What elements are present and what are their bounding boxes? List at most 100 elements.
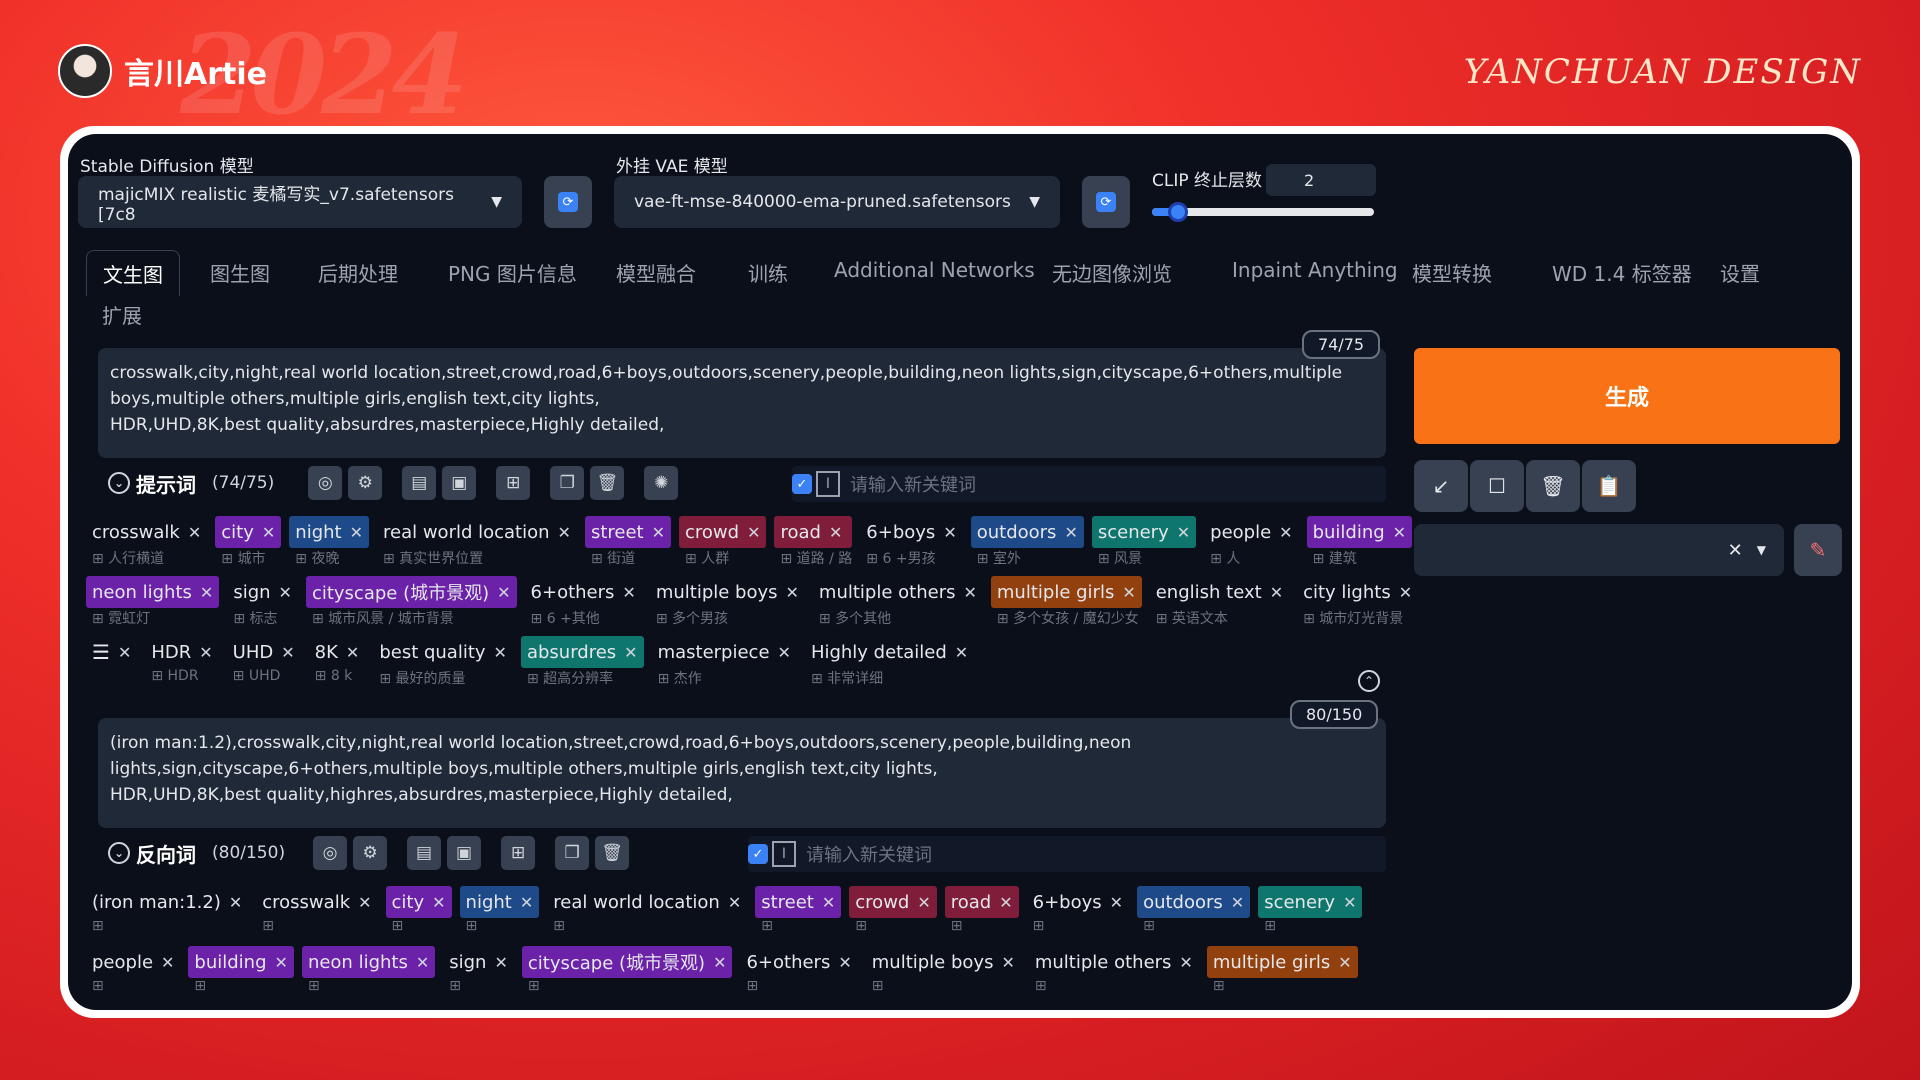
keyword-tag[interactable]: scenery ✕ ⊞ 风景 [1091,516,1197,570]
prompt-textarea[interactable]: crosswalk,city,night,real world location… [98,348,1386,458]
remove-tag-icon[interactable]: ✕ [829,523,842,542]
negative-keyword-input[interactable]: ✓ I 请输入新关键词 [748,836,1386,872]
delete-button[interactable]: 🗑 [595,836,630,870]
keyword-tag[interactable]: real world location ✕ ⊞ 真实世界位置 [377,516,577,570]
keyword-tag-chip[interactable]: city ✕ [215,516,282,548]
keyword-tag[interactable]: crowd ✕ ⊞ [849,886,937,940]
remove-tag-icon[interactable]: ✕ [728,893,741,912]
keyword-tag-chip[interactable]: neon lights ✕ [86,576,220,608]
tab-img2img[interactable]: 图生图 [210,258,270,287]
keyword-tag[interactable]: cityscape (城市景观) ✕ ⊞ 城市风景 / 城市背景 [305,576,517,630]
keyword-tag[interactable]: night ✕ ⊞ [459,886,540,940]
keyword-tag-chip[interactable]: multiple boys ✕ [650,576,805,608]
prompt-section-title[interactable]: ⌄ 提示词 (74/75) [108,469,274,498]
tab-model-converter[interactable]: 模型转换 [1412,258,1492,287]
keyword-tag-chip[interactable]: cityscape (城市景观) ✕ [305,576,517,608]
translate-doc-button[interactable]: ▤ [407,836,442,870]
remove-tag-icon[interactable]: ✕ [275,953,288,972]
keyword-tag[interactable]: sign ✕ ⊞ [443,946,514,1000]
keyword-tag[interactable]: street ✕ ⊞ 街道 [584,516,672,570]
remove-tag-icon[interactable]: ✕ [1393,523,1406,542]
remove-tag-icon[interactable]: ✕ [747,523,760,542]
keyword-tag[interactable]: people ✕ ⊞ [86,946,180,1000]
remove-tag-icon[interactable]: ✕ [652,523,665,542]
keyword-tag[interactable]: neon lights ✕ ⊞ [301,946,436,1000]
keyword-tag-chip[interactable]: Highly detailed ✕ [805,636,974,668]
remove-tag-icon[interactable]: ✕ [281,643,294,662]
keyword-tag-chip[interactable]: building ✕ [1306,516,1413,548]
tag-menu[interactable]: ☰ ✕ [86,636,137,668]
keyword-tag[interactable]: cityscape (城市景观) ✕ ⊞ [521,946,733,1000]
tab-wd14-tagger[interactable]: WD 1.4 标签器 [1552,258,1692,287]
remove-tag-icon[interactable]: ✕ [188,523,201,542]
remove-tag-icon[interactable]: ✕ [1399,583,1412,602]
keyword-tag[interactable]: multiple boys ✕ ⊞ [866,946,1021,1000]
keyword-tag[interactable]: crosswalk ✕ ⊞ [256,886,377,940]
tab-txt2img[interactable]: 文生图 [86,250,180,296]
remove-tag-icon[interactable]: ✕ [199,643,212,662]
keyword-tag-chip[interactable]: scenery ✕ [1258,886,1363,918]
remove-tag-icon[interactable]: ✕ [917,893,930,912]
remove-tag-icon[interactable]: ✕ [624,643,637,662]
translate-doc-button[interactable]: ▤ [402,466,437,500]
tab-inpaint-anything[interactable]: Inpaint Anything [1232,258,1398,282]
tab-extensions[interactable]: 扩展 [102,300,142,329]
negative-prompt-textarea[interactable]: (iron man:1.2),crosswalk,city,night,real… [98,718,1386,828]
remove-tag-icon[interactable]: ✕ [229,893,242,912]
refresh-sd-button[interactable]: ⟳ [544,176,592,228]
tab-checkpoint-merger[interactable]: 模型融合 [616,258,696,287]
keyword-tag[interactable]: real world location ✕ ⊞ [547,886,747,940]
remove-tag-icon[interactable]: ✕ [279,583,292,602]
vae-model-select[interactable]: vae-ft-mse-840000-ema-pruned.safetensors… [614,176,1060,228]
remove-tag-icon[interactable]: ✕ [161,953,174,972]
keyword-tag[interactable]: multiple boys ✕ ⊞ 多个男孩 [650,576,805,630]
keyword-tag-chip[interactable]: 8K ✕ [309,636,366,668]
remove-tag-icon[interactable]: ✕ [1179,953,1192,972]
keyword-tag[interactable]: multiple girls ✕ ⊞ [1206,946,1358,1000]
translate-globe-button[interactable]: ◎ [313,836,348,870]
keyword-tag[interactable]: people ✕ ⊞ 人 [1204,516,1298,570]
tab-settings[interactable]: 设置 [1720,258,1760,287]
keyword-tag-chip[interactable]: real world location ✕ [547,886,747,918]
remove-tag-icon[interactable]: ✕ [943,523,956,542]
translate-globe-button[interactable]: ◎ [308,466,343,500]
remove-tag-icon[interactable]: ✕ [1231,893,1244,912]
keyword-tag-chip[interactable]: multiple girls ✕ [990,576,1142,608]
remove-tag-icon[interactable]: ✕ [1270,583,1283,602]
copy-button[interactable]: ❐ [555,836,590,870]
keyword-tag-chip[interactable]: outdoors ✕ [970,516,1084,548]
keyword-tag-chip[interactable]: 6+others ✕ [525,576,642,608]
remove-tag-icon[interactable]: ✕ [955,643,968,662]
keyword-tag-chip[interactable]: road ✕ [944,886,1019,918]
remove-tag-icon[interactable]: ✕ [1064,523,1077,542]
remove-tag-icon[interactable]: ✕ [346,643,359,662]
keyword-tag[interactable]: crosswalk ✕ ⊞ 人行横道 [86,516,207,570]
delete-button[interactable]: 🗑 [590,466,625,500]
remove-tag-icon[interactable]: ✕ [497,583,510,602]
remove-tag-icon[interactable]: ✕ [200,583,213,602]
keyword-tag-chip[interactable]: 6+boys ✕ [1027,886,1129,918]
keyword-tag[interactable]: crowd ✕ ⊞ 人群 [679,516,767,570]
remove-tag-icon[interactable]: ✕ [494,953,507,972]
remove-tag-icon[interactable]: ✕ [432,893,445,912]
keyword-tag[interactable]: multiple others ✕ ⊞ 多个其他 [813,576,983,630]
keyword-tag[interactable]: (iron man:1.2) ✕ ⊞ [86,886,248,940]
remove-tag-icon[interactable]: ✕ [558,523,571,542]
tab-infinite-image-browsing[interactable]: 无边图像浏览 [1052,258,1172,287]
keyword-tag-chip[interactable]: sign ✕ [443,946,514,978]
keyword-tag-chip[interactable]: crowd ✕ [679,516,767,548]
keyword-tag-chip[interactable]: crosswalk ✕ [256,886,377,918]
remove-tag-icon[interactable]: ✕ [1279,523,1292,542]
keyword-tag[interactable]: city ✕ ⊞ 城市 [215,516,282,570]
keyword-tag[interactable]: scenery ✕ ⊞ [1258,886,1363,940]
remove-tag-icon[interactable]: ✕ [963,583,976,602]
keyword-tag-chip[interactable]: multiple others ✕ [1029,946,1199,978]
keyword-tag-chip[interactable]: (iron man:1.2) ✕ [86,886,248,918]
settings-button[interactable]: ⚙ [353,836,388,870]
keyword-tag-chip[interactable]: city ✕ [385,886,452,918]
clip-slider-handle[interactable] [1168,202,1189,222]
refresh-vae-button[interactable]: ⟳ [1082,176,1130,228]
read-params-button[interactable]: ↙ [1414,460,1468,512]
keyword-tag[interactable]: multiple girls ✕ ⊞ 多个女孩 / 魔幻少女 [990,576,1142,630]
remove-tag-icon[interactable]: ✕ [416,953,429,972]
